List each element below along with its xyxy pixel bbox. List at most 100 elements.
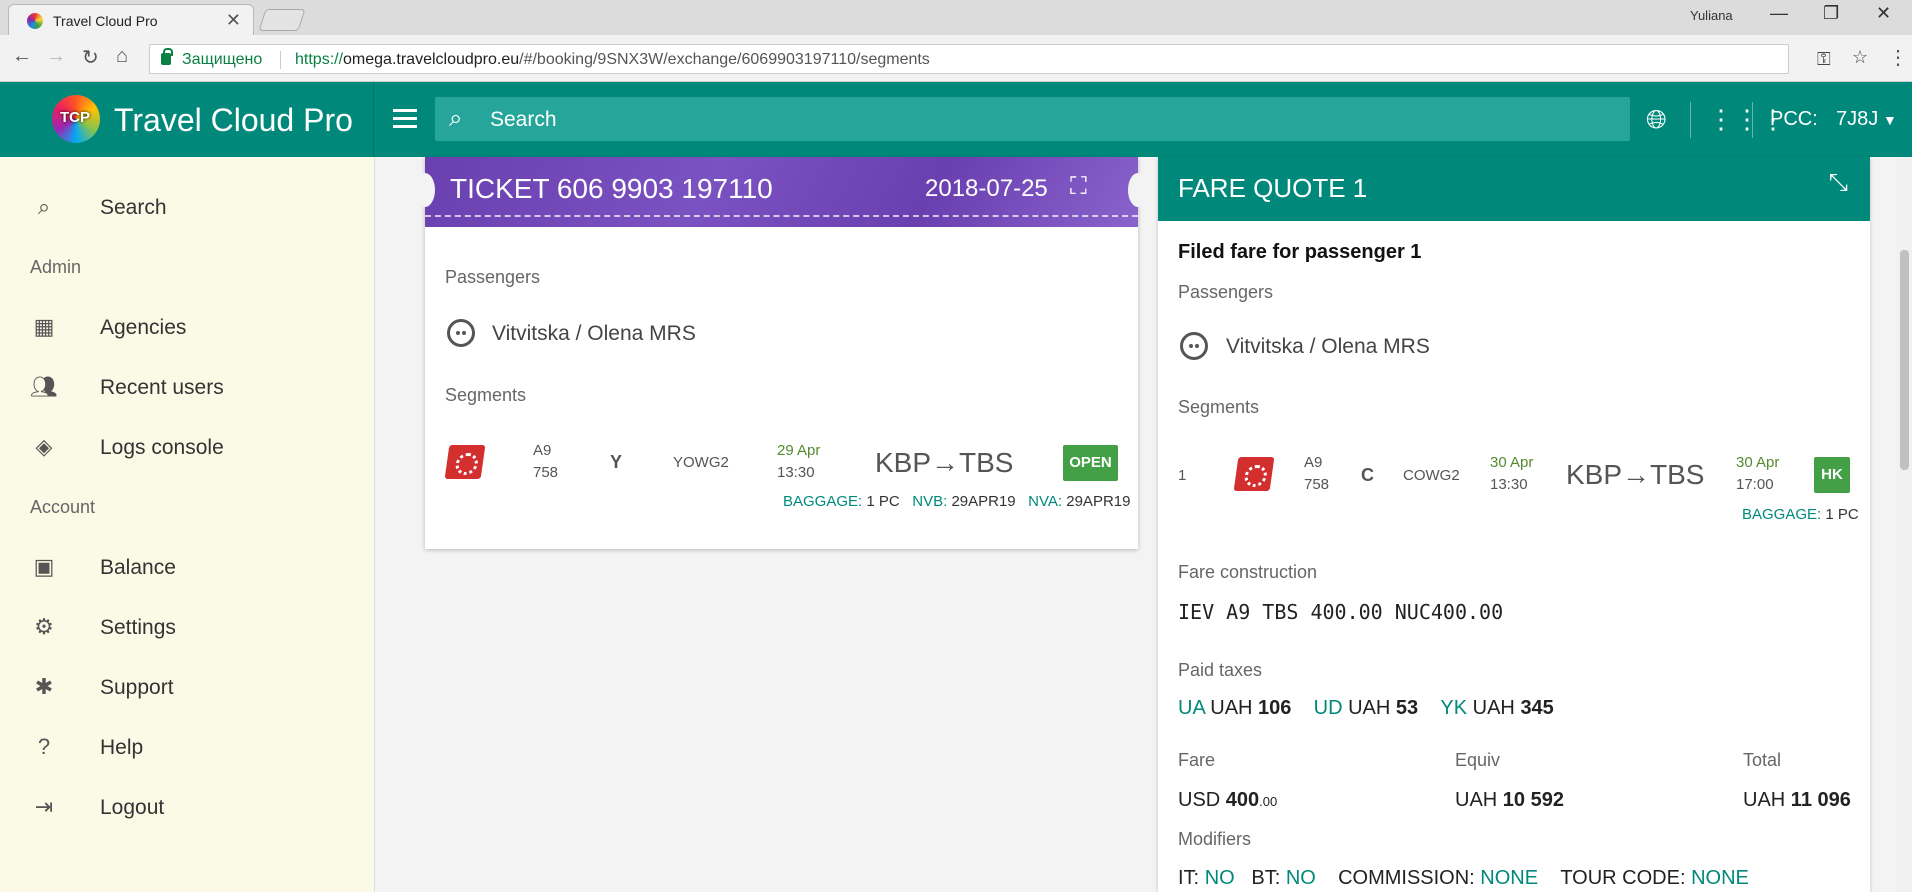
sidebar: ⌕ Search Admin ▦ Agencies 👥︎ Recent user… <box>0 157 375 892</box>
key-icon[interactable]: ⚿ <box>1817 49 1831 70</box>
pcc-value[interactable]: 7J8J <box>1836 108 1878 131</box>
arrival-date: 30 Apr <box>1736 454 1780 471</box>
header-separator <box>1752 102 1753 138</box>
secure-label: Защищено <box>182 51 263 68</box>
sidebar-item-logout[interactable]: ⇥ Logout <box>0 782 375 832</box>
tab-title: Travel Cloud Pro <box>53 13 158 29</box>
passenger-name[interactable]: Vitvitska / Olena MRS <box>492 322 696 346</box>
logout-icon: ⇥ <box>34 794 54 819</box>
search-icon: ⌕ <box>449 105 463 132</box>
departure-time: 13:30 <box>1490 476 1528 493</box>
sidebar-item-recent-users[interactable]: 👥︎ Recent users <box>0 362 375 412</box>
baggage-value: 1 PC <box>866 493 900 510</box>
booking-class: Y <box>610 452 623 472</box>
url-path: /#/booking/9SNX3W/exchange/6069903197110… <box>519 51 930 68</box>
airline-logo-icon <box>1233 457 1275 491</box>
sidebar-item-label: Agencies <box>100 316 187 339</box>
sidebar-item-help[interactable]: ? Help <box>0 722 375 772</box>
ticket-perforation <box>425 215 1138 217</box>
fullscreen-icon[interactable]: ⛶ <box>1070 173 1087 201</box>
tab-close-icon[interactable]: ✕ <box>226 10 241 31</box>
ticket-notch <box>1128 173 1148 207</box>
fare-construction-label: Fare construction <box>1178 562 1318 582</box>
fare-quote-header: FARE QUOTE 1 ⤡ <box>1158 157 1870 221</box>
logo-text: TCP <box>60 109 90 126</box>
gear-icon: ⚙ <box>34 614 54 639</box>
modifiers-label: Modifiers <box>1178 829 1252 849</box>
sidebar-item-label: Logs console <box>100 436 224 459</box>
home-icon[interactable]: ⌂ <box>116 45 128 68</box>
passenger-name[interactable]: Vitvitska / Olena MRS <box>1226 335 1430 359</box>
fare-basis: YOWG2 <box>673 454 729 471</box>
app-logo[interactable]: TCP <box>52 95 100 143</box>
global-search-input[interactable]: ⌕ Search <box>435 97 1630 141</box>
route: KBP→TBS <box>1566 459 1705 490</box>
fare-construction: IEV A9 TBS 400.00 NUC400.00 <box>1178 600 1504 624</box>
segment-number: 1 <box>1178 467 1187 484</box>
back-icon[interactable]: ← <box>12 45 32 68</box>
fare-value: 400 <box>1225 789 1260 811</box>
ticket-notch <box>415 173 435 207</box>
nvb-label: NVB: <box>912 493 948 510</box>
sidebar-item-label: Logout <box>100 796 165 819</box>
window-close-icon[interactable]: ✕ <box>1876 3 1891 24</box>
url-scheme: https:// <box>295 51 344 68</box>
favicon-icon <box>27 13 43 29</box>
modifier-key: COMMISSION: <box>1338 867 1475 889</box>
address-bar: ← → ↻ ⌂ Защищено https://omega.travelclo… <box>0 35 1912 82</box>
people-icon: 👥︎ <box>30 374 58 399</box>
fare-amount: USD 400.00 <box>1178 789 1277 812</box>
globe-icon[interactable]: 🌐︎ <box>1646 104 1667 136</box>
maximize-icon[interactable]: ❐ <box>1823 3 1839 24</box>
carrier-code: A9 <box>533 442 552 459</box>
browser-tab[interactable]: Travel Cloud Pro ✕ <box>8 4 254 35</box>
baggage-label: BAGGAGE: <box>1742 506 1822 523</box>
star-icon[interactable]: ☆ <box>1852 47 1868 68</box>
passenger-icon <box>447 319 475 347</box>
tax-currency: UAH <box>1348 697 1391 719</box>
sidebar-item-settings[interactable]: ⚙ Settings <box>0 602 375 652</box>
ticket-title: TICKET 606 9903 197110 <box>450 173 773 204</box>
lock-icon <box>161 48 173 65</box>
tax-code: YK <box>1440 697 1468 719</box>
sidebar-item-agencies[interactable]: ▦ Agencies <box>0 302 375 352</box>
url-text: https://omega.travelcloudpro.eu/#/bookin… <box>295 51 930 69</box>
search-placeholder: Search <box>490 108 557 131</box>
tax-currency: UAH <box>1210 697 1253 719</box>
hamburger-menu-icon[interactable] <box>390 104 420 134</box>
browser-tabbar: Travel Cloud Pro ✕ Yuliana — ❐ ✕ <box>0 0 1912 35</box>
modifier-key: BT: <box>1251 867 1281 889</box>
scrollbar-thumb[interactable] <box>1900 250 1909 470</box>
status-badge: OPEN <box>1063 445 1118 481</box>
tax-amount: 106 <box>1258 697 1292 719</box>
total-label: Total <box>1743 750 1782 770</box>
sidebar-item-search[interactable]: ⌕ Search <box>0 182 375 232</box>
sidebar-item-label: Balance <box>100 556 176 579</box>
forward-icon[interactable]: → <box>46 45 66 68</box>
sidebar-item-logs-console[interactable]: ◈ Logs console <box>0 422 375 472</box>
browser-menu-icon[interactable]: ⋮ <box>1888 45 1908 70</box>
minimize-icon[interactable]: — <box>1770 3 1788 24</box>
building-icon: ▦ <box>33 314 55 339</box>
reload-icon[interactable]: ↻ <box>82 45 99 70</box>
browser-user[interactable]: Yuliana <box>1690 8 1733 23</box>
app-header: TCP Travel Cloud Pro ⌕ Search 🌐︎ ⋮⋮⋮ PCC… <box>0 82 1912 157</box>
filed-fare-heading: Filed fare for passenger 1 <box>1178 241 1422 263</box>
sidebar-item-label: Recent users <box>100 376 224 399</box>
url-input[interactable]: Защищено https://omega.travelcloudpro.eu… <box>149 44 1868 74</box>
departure-time: 13:30 <box>777 464 815 481</box>
help-icon: ? <box>37 734 51 759</box>
fare-currency: USD <box>1178 789 1221 811</box>
sidebar-item-balance[interactable]: ▣ Balance <box>0 542 375 592</box>
sidebar-item-support[interactable]: ✱ Support <box>0 662 375 712</box>
new-tab-button[interactable] <box>258 9 306 31</box>
fare-cents: .00 <box>1259 794 1278 809</box>
modifier-key: TOUR CODE: <box>1560 867 1686 889</box>
pcc-dropdown-icon[interactable]: ▼ <box>1883 112 1897 128</box>
ticket-conditions: BAGGAGE: 1 PC NVB: 29APR19 NVA: 29APR19 <box>783 493 1130 510</box>
departure-date: 30 Apr <box>1490 454 1534 471</box>
carrier-code: A9 <box>1304 454 1323 471</box>
tax-code: UD <box>1313 697 1343 719</box>
app-brand[interactable]: Travel Cloud Pro <box>114 102 353 139</box>
collapse-icon[interactable]: ⤡ <box>1829 169 1848 197</box>
